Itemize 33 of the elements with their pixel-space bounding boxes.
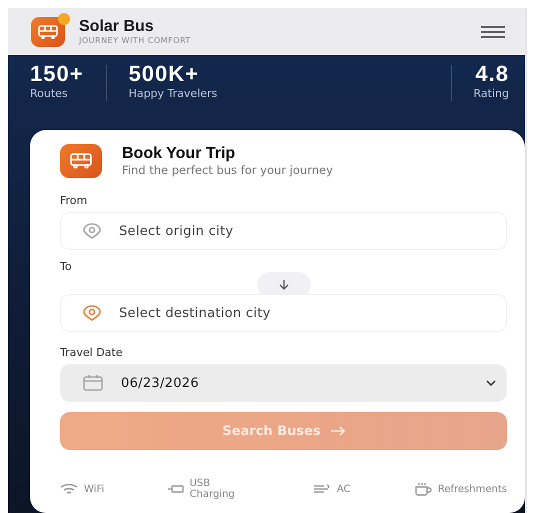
- bus-icon: [70, 153, 92, 169]
- app-tagline: JOURNEY WITH COMFORT: [79, 36, 192, 45]
- amenity-label: USB Charging: [190, 478, 236, 500]
- field-label: To: [60, 260, 72, 273]
- fan-icon: [312, 483, 331, 495]
- chevron-down-icon: [486, 380, 496, 386]
- down-arrow-icon: [278, 280, 288, 290]
- menu-icon[interactable]: [481, 26, 505, 38]
- city-field[interactable]: Select destination city: [60, 294, 507, 332]
- card-title: Book Your Trip: [122, 145, 236, 163]
- stat-value: 4.8: [475, 61, 509, 87]
- stat-label: Happy Travelers: [128, 87, 218, 100]
- calendar-icon: [83, 375, 103, 391]
- app-title: Solar Bus: [79, 18, 155, 36]
- plug-icon: [168, 485, 184, 493]
- date-field[interactable]: 06/23/2026: [60, 364, 507, 402]
- field-label: From: [60, 194, 88, 207]
- wifi-icon: [60, 484, 78, 494]
- arrow-right-icon: [330, 426, 345, 436]
- cup-icon: [414, 482, 432, 496]
- bus-icon: [38, 24, 58, 38]
- field-label: Travel Date: [60, 346, 122, 359]
- amenity-label: WiFi: [84, 484, 104, 494]
- amenity-label: AC: [336, 484, 351, 494]
- city-field[interactable]: Select origin city: [60, 212, 507, 250]
- location-pin-icon: [83, 305, 101, 321]
- stat-label: Rating: [474, 87, 509, 100]
- card-subtitle: Find the perfect bus for your journey: [122, 163, 333, 177]
- location-pin-icon: [83, 223, 101, 239]
- stat-value: 150+: [30, 61, 84, 87]
- amenity-label: Refreshments: [438, 484, 507, 494]
- stat-value: 500K+: [128, 61, 200, 87]
- stat-label: Routes: [30, 87, 68, 100]
